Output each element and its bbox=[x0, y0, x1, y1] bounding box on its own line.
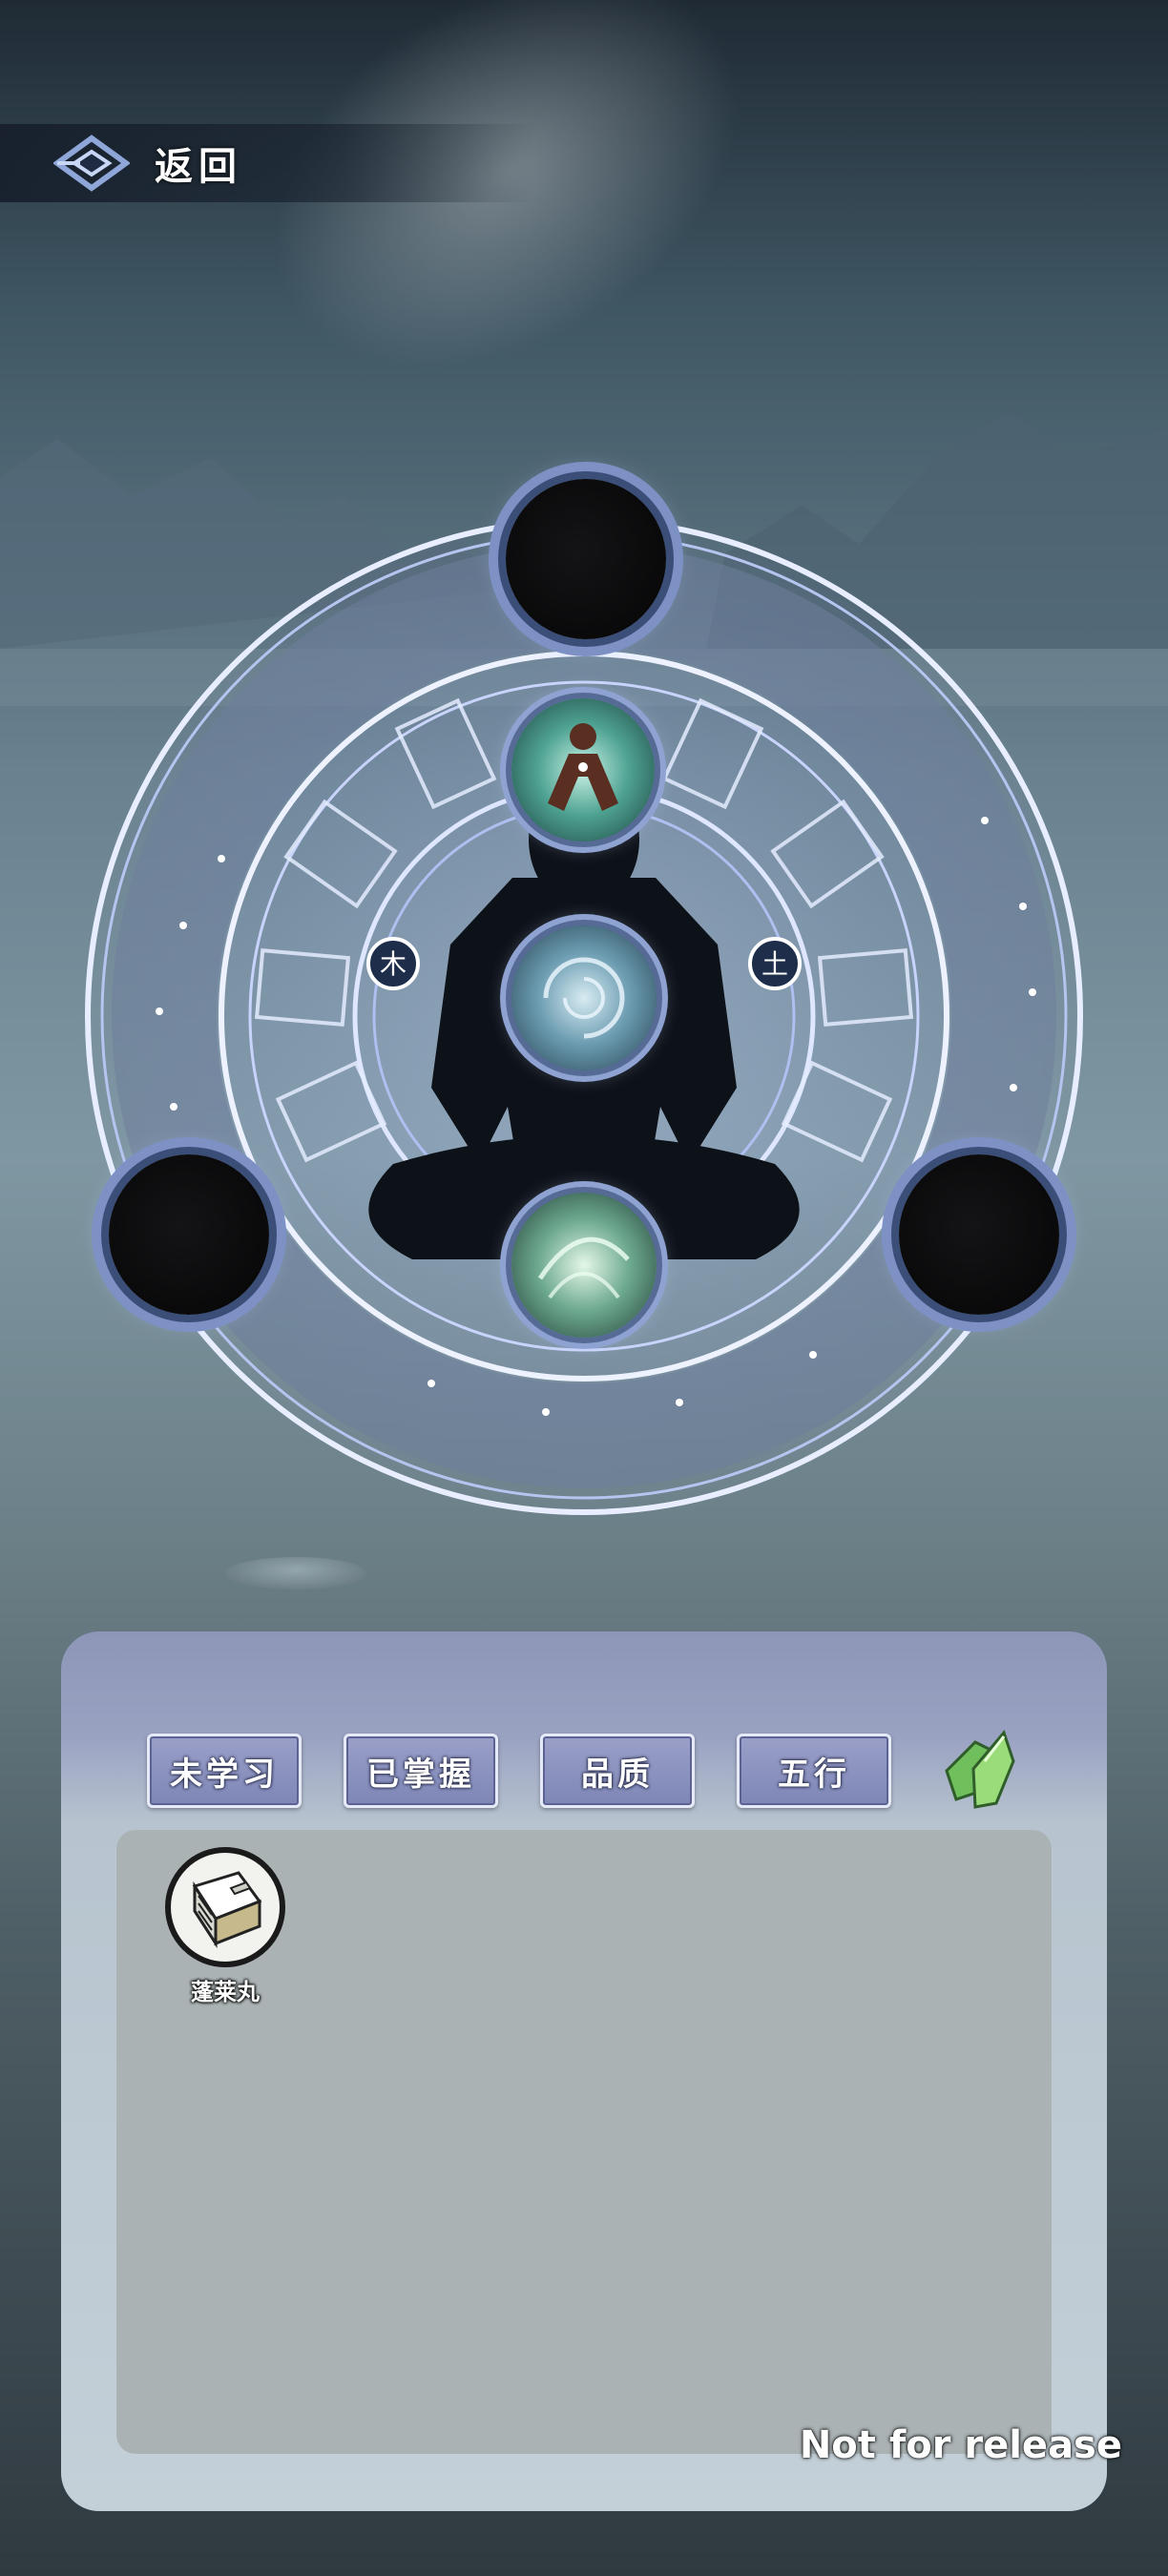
book-icon[interactable] bbox=[165, 1847, 285, 1967]
technique-panel: 未学习 已掌握 品质 五行 蓬莱丸 bbox=[61, 1631, 1107, 2511]
floating-stone bbox=[225, 1557, 366, 1589]
back-label[interactable]: 返回 bbox=[155, 135, 242, 191]
filter-mastered-button[interactable]: 已掌握 bbox=[344, 1734, 498, 1808]
filter-bar: 未学习 已掌握 品质 五行 bbox=[147, 1723, 1019, 1818]
swirl-icon bbox=[543, 957, 625, 1039]
vortex-icon bbox=[537, 1236, 630, 1299]
green-crystal-icon[interactable] bbox=[937, 1723, 1019, 1818]
element-earth-label: 土 bbox=[761, 948, 788, 980]
filter-unlearned-button[interactable]: 未学习 bbox=[147, 1734, 302, 1808]
watermark: Not for release bbox=[799, 2423, 1122, 2467]
back-arrow-icon[interactable] bbox=[53, 135, 130, 192]
filter-five-elements-button[interactable]: 五行 bbox=[737, 1734, 891, 1808]
inventory-item[interactable]: 蓬莱丸 bbox=[158, 1847, 292, 2006]
item-name: 蓬莱丸 bbox=[191, 1978, 260, 2005]
lower-orb[interactable] bbox=[511, 1193, 657, 1338]
inventory-grid: 蓬莱丸 bbox=[116, 1830, 1052, 2454]
back-bar[interactable]: 返回 bbox=[0, 124, 534, 202]
element-wood-label: 木 bbox=[380, 948, 407, 980]
right-slot[interactable] bbox=[899, 1154, 1059, 1315]
head-orb[interactable] bbox=[511, 698, 655, 841]
figure-icon bbox=[548, 723, 618, 811]
left-slot[interactable] bbox=[109, 1154, 269, 1315]
chest-orb[interactable] bbox=[511, 925, 657, 1070]
filter-quality-button[interactable]: 品质 bbox=[540, 1734, 695, 1808]
meridian-circle: 木 土 bbox=[69, 479, 1099, 1527]
book-illustration bbox=[192, 1871, 262, 1949]
top-slot[interactable] bbox=[506, 479, 666, 639]
